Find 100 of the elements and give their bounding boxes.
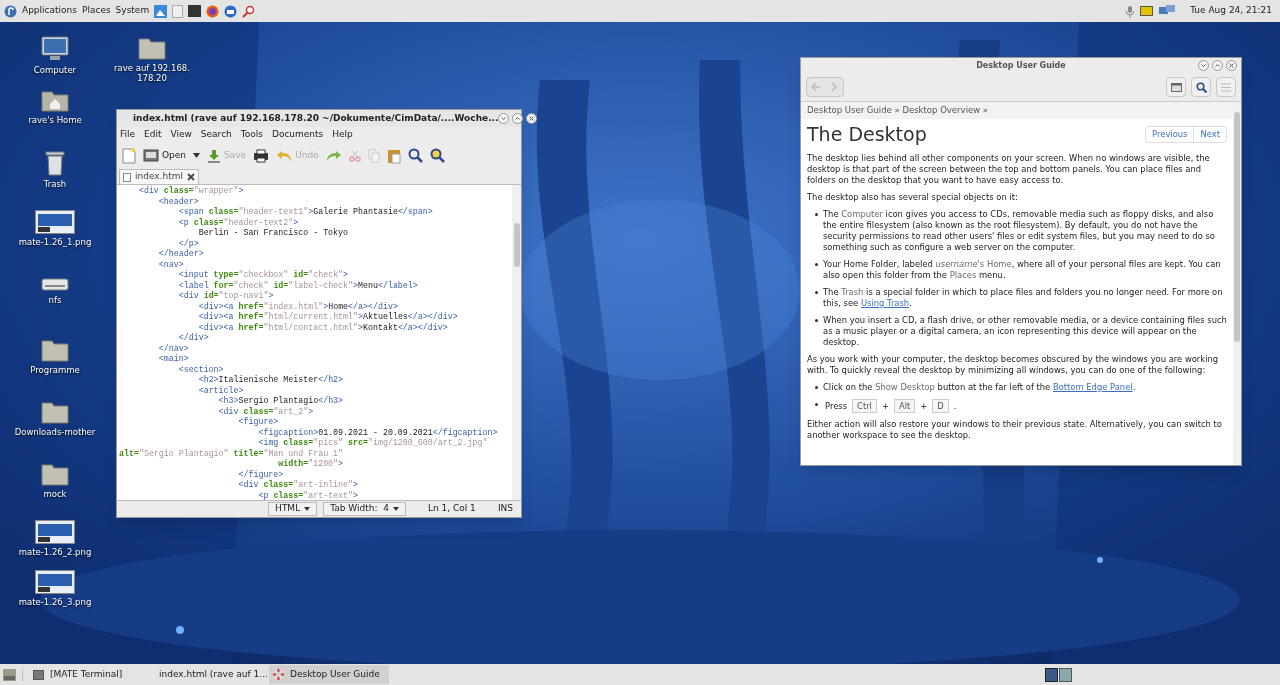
menu-item[interactable]: Help — [332, 127, 353, 142]
code-line: <h3>Sergio Plantagio</h3> — [217, 396, 344, 407]
code-line: <header> — [157, 196, 199, 207]
lifebuoy-icon — [273, 669, 284, 680]
page-nav-button[interactable]: Next — [1193, 126, 1226, 142]
desktop-icon-label[interactable]: Trash — [43, 179, 67, 189]
terminal-icon — [33, 669, 44, 680]
code-line: <img class="pics" src="img/1200_600/art_2.jpg" — [257, 438, 488, 449]
maximize-icon[interactable] — [1212, 60, 1223, 71]
caret-icon[interactable] — [193, 153, 201, 158]
browser-icon[interactable] — [206, 4, 220, 18]
cursor-position: Ln 1, Col 1 — [426, 502, 477, 516]
close-icon[interactable] — [187, 173, 195, 181]
language-dropdown[interactable]: HTML — [268, 502, 318, 516]
menu-item[interactable]: Search — [200, 127, 232, 142]
taskbar-button[interactable]: Desktop User Guide — [269, 665, 389, 684]
toolbar-button[interactable]: Open — [143, 148, 201, 163]
desktop-icon-label[interactable]: mate-1.26_1.png — [18, 237, 92, 247]
menu-icon — [1221, 82, 1231, 92]
bullet-icon — [815, 263, 818, 266]
menu-item[interactable]: Edit — [144, 127, 162, 142]
folder-icon — [41, 462, 69, 486]
desktop-icon-label[interactable]: nfs — [48, 295, 62, 305]
mail-icon[interactable] — [224, 4, 238, 18]
code-line: <div class="art_2"> — [217, 406, 314, 417]
folder-icon[interactable] — [143, 149, 159, 162]
code-line: </p> — [177, 238, 199, 249]
desktop-icon-label[interactable]: mate-1.26_2.png — [18, 547, 92, 557]
bullet-icon — [815, 213, 818, 216]
desktop-icon-label[interactable]: Programme — [30, 365, 80, 375]
toolbar-button[interactable] — [253, 148, 270, 163]
code-line: <div class="wrapper"> — [137, 186, 244, 197]
code-line: <h2>Italienische Meister</h2> — [197, 375, 344, 386]
maximize-icon[interactable] — [512, 113, 524, 124]
app-launcher-icon[interactable] — [154, 4, 168, 18]
code-line: <div><a href="html/contact.html">Kontakt</a></div> — [197, 322, 448, 333]
paragraph: As you work with your computer, the desktop becomes obscured by the windows you are working with. To quickly reveal the desktop by minimizing all windows, you can do one of the following: — [807, 354, 1220, 376]
text: + — [881, 400, 889, 412]
text: + — [920, 400, 928, 412]
home-folder-icon — [41, 88, 69, 112]
battery-icon[interactable] — [1140, 6, 1155, 16]
clock[interactable]: Tue Aug 24, 21:21 — [1190, 4, 1272, 18]
code-line: <div id="top-navi"> — [177, 291, 274, 302]
link[interactable]: Bottom Edge Panel — [1052, 382, 1133, 392]
desktop-icon-label[interactable]: Computer — [33, 65, 77, 75]
taskbar-button[interactable]: [MATE Terminal] — [29, 665, 149, 684]
trash-icon — [45, 150, 65, 176]
panel-menu[interactable]: Places — [82, 4, 111, 18]
terminal-icon[interactable] — [188, 5, 202, 17]
code-line: <p class="header-text2"> — [177, 217, 299, 228]
menu-item[interactable]: File — [120, 127, 136, 142]
minimize-icon[interactable] — [1198, 60, 1209, 71]
tab-label: index.html — [135, 170, 183, 184]
code-line: <figure> — [237, 417, 279, 428]
page-nav-button[interactable]: Previous — [1146, 126, 1194, 142]
bookmark-button[interactable] — [1166, 77, 1186, 97]
toolbar-button[interactable] — [407, 148, 423, 163]
bullet-icon — [815, 386, 818, 389]
code-line: Berlin - San Francisco - Tokyo — [197, 228, 349, 239]
monitor-icon — [41, 36, 69, 62]
desktop-icon-label[interactable]: rave auf 192.168. 178.20 — [114, 63, 190, 83]
code-line: <figcaption>01.09.2021 - 20.09.2021</figcaption> — [257, 427, 498, 438]
microphone-icon[interactable] — [1125, 4, 1136, 18]
list-item: The Computer icon gives you access to CDs, removable media such as floppy disks, and also the entire filesystem (also known as the root filesystem). By default, you do not have the security permissions to read other users' files or edit system files, but you may need to do so something such as configure a web server on the computer. — [823, 209, 1216, 253]
menu-item[interactable]: Documents — [271, 127, 324, 142]
panel-menu[interactable]: System — [115, 4, 150, 18]
bullet-icon — [815, 403, 818, 406]
tab-width-dropdown[interactable]: Tab Width: 4 — [323, 502, 406, 516]
desktop-icon-label[interactable]: mock — [43, 489, 67, 499]
file-tab[interactable]: index.html — [119, 169, 199, 184]
list-item: Your Home Folder, labeled username's Home, where all of your personal files are kept. You can also open this folder from the Places menu. — [823, 259, 1222, 281]
caret-icon — [304, 507, 311, 511]
keyboard-key: Ctrl — [852, 399, 877, 413]
magnifier-icon[interactable] — [242, 4, 256, 18]
logo-icon[interactable] — [4, 4, 17, 18]
workspace-switcher[interactable] — [1045, 667, 1072, 682]
caret-icon — [392, 507, 399, 511]
code-line: </div> — [177, 333, 209, 344]
close-icon[interactable] — [1226, 60, 1237, 71]
code-line: <div><a href="html/current.html">Aktuelles</a></div> — [197, 312, 458, 323]
list-item: The Trash is a special folder in which to place files and folders you no longer need. For more on this, see Using Trash. — [823, 287, 1224, 309]
desktop-icon-label[interactable]: Downloads-mother — [14, 427, 96, 437]
window-title: Desktop User Guide — [975, 59, 1067, 72]
taskbar-button[interactable]: index.html (rave auf 1... — [149, 665, 269, 684]
search-button[interactable] — [1191, 77, 1211, 97]
menu-item[interactable]: Tools — [240, 127, 263, 142]
panel-menu[interactable]: Applications — [22, 4, 77, 18]
desktop-icon-label[interactable]: mate-1.26_3.png — [18, 597, 92, 607]
minimize-icon[interactable] — [498, 113, 510, 124]
document-icon — [123, 172, 131, 182]
close-icon[interactable] — [526, 113, 538, 124]
code-line: <input type="checkbox" id="check"> — [177, 270, 349, 281]
desktop-icon-label[interactable]: rave's Home — [28, 115, 82, 125]
scrollbar[interactable] — [1233, 102, 1241, 465]
folder-icon — [41, 338, 69, 362]
menu-item[interactable]: View — [170, 127, 192, 142]
show-desktop-icon[interactable] — [3, 668, 16, 681]
scrollbar[interactable] — [512, 185, 521, 500]
network-icon[interactable] — [1159, 5, 1176, 17]
toolbar-button[interactable] — [429, 148, 445, 163]
